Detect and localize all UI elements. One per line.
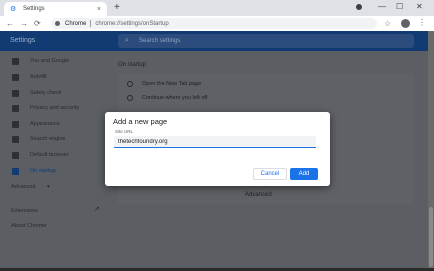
tab-title: Settings: [23, 6, 45, 12]
settings-title: Settings: [10, 37, 36, 44]
sidebar-item-safety-check[interactable]: Safety check: [0, 87, 112, 99]
browser-toolbar: ← → ⟳ Chrome chrome://settings/onStartup…: [0, 16, 434, 31]
page-scrollbar[interactable]: [428, 31, 434, 271]
option-continue[interactable]: Continue where you left off: [118, 92, 414, 104]
add-page-dialog: Add a new page Site URL Cancel Add: [105, 112, 330, 186]
clipboard-icon: [12, 73, 19, 81]
browser-menu-icon[interactable]: ⋮: [418, 18, 426, 28]
omnibox-separator: [90, 20, 92, 27]
option-new-tab[interactable]: Open the New Tab page: [118, 78, 414, 90]
sidebar-item-label: Appearance: [30, 121, 60, 127]
power-icon: [12, 167, 19, 175]
sidebar-item-search-engine[interactable]: Search engine: [0, 133, 112, 145]
person-icon: [12, 57, 19, 65]
palette-icon: [12, 120, 19, 128]
sidebar-item-label: Default browser: [30, 152, 69, 158]
sidebar-item-autofill[interactable]: Autofill: [0, 71, 112, 83]
tab-close-icon[interactable]: ×: [97, 6, 101, 13]
profile-avatar-icon[interactable]: [401, 19, 410, 28]
sidebar-item-label: Autofill: [30, 74, 47, 80]
reload-button[interactable]: ⟳: [34, 19, 41, 28]
section-title: On startup: [118, 62, 147, 68]
address-bar[interactable]: Chrome chrome://settings/onStartup: [51, 18, 377, 29]
omnibox-url[interactable]: chrome://settings/onStartup: [95, 21, 168, 27]
settings-header: Settings ⌕ Search settings: [0, 31, 428, 51]
sidebar-item-label: Search engine: [30, 136, 66, 142]
sidebar-item-label: On startup: [30, 168, 56, 174]
back-button[interactable]: ←: [6, 19, 14, 28]
sidebar-advanced[interactable]: Advanced ▾: [11, 184, 50, 190]
sidebar-item-label: Privacy and security: [30, 105, 80, 111]
add-button[interactable]: Add: [290, 168, 318, 180]
search-placeholder: Search settings: [139, 38, 181, 44]
sidebar-item-label: Safety check: [30, 90, 62, 96]
maximize-button[interactable]: ☐: [396, 2, 403, 12]
forward-button[interactable]: →: [20, 19, 28, 28]
sidebar-about-chrome[interactable]: About Chrome: [11, 223, 46, 229]
sidebar-item-label: You and Google: [30, 58, 70, 64]
browser-icon: [12, 151, 19, 159]
scrollbar-thumb[interactable]: [429, 207, 433, 267]
site-info-icon[interactable]: [55, 21, 60, 26]
search-icon: [12, 135, 19, 143]
sidebar-item-you-and-google[interactable]: You and Google: [0, 55, 112, 67]
window-close-button[interactable]: ✕: [416, 2, 423, 12]
sidebar-item-default-browser[interactable]: Default browser: [0, 149, 112, 161]
external-link-icon[interactable]: ↗: [94, 205, 100, 213]
omnibox-chip: Chrome: [65, 20, 87, 27]
privacy-shield-icon: [12, 104, 19, 112]
tab-strip: ⚙ Settings × + — ☐ ✕: [0, 0, 434, 16]
advanced-footer-button[interactable]: Advanced: [245, 192, 272, 198]
radio-button[interactable]: [127, 81, 133, 87]
minimize-button[interactable]: —: [378, 2, 386, 12]
dialog-title: Add a new page: [113, 117, 168, 126]
site-url-label: Site URL: [115, 129, 134, 134]
option-label: Open the New Tab page: [142, 81, 202, 87]
advanced-label: Advanced: [11, 184, 36, 190]
chevron-down-icon: ▾: [47, 184, 50, 190]
tab-settings[interactable]: ⚙ Settings ×: [4, 2, 107, 16]
site-url-input[interactable]: [114, 136, 316, 148]
cancel-button[interactable]: Cancel: [253, 168, 287, 180]
search-icon: ⌕: [125, 37, 129, 44]
radio-button[interactable]: [127, 95, 133, 101]
browser-window: ⚙ Settings × + — ☐ ✕ ← → ⟳ Chrome chrome…: [0, 0, 434, 271]
sidebar-item-appearance[interactable]: Appearance: [0, 118, 112, 130]
record-indicator-icon: [356, 4, 362, 10]
new-tab-button[interactable]: +: [114, 2, 120, 14]
sidebar-item-privacy-and-security[interactable]: Privacy and security: [0, 102, 112, 114]
shield-icon: [12, 89, 19, 97]
option-label: Continue where you left off: [142, 95, 208, 101]
settings-search-input[interactable]: ⌕ Search settings: [118, 34, 414, 48]
sidebar-item-on-startup[interactable]: On startup: [0, 165, 112, 177]
bookmark-star-icon[interactable]: ☆: [384, 19, 391, 28]
sidebar-extensions[interactable]: Extensions: [11, 208, 38, 214]
settings-gear-icon: ⚙: [10, 5, 17, 13]
